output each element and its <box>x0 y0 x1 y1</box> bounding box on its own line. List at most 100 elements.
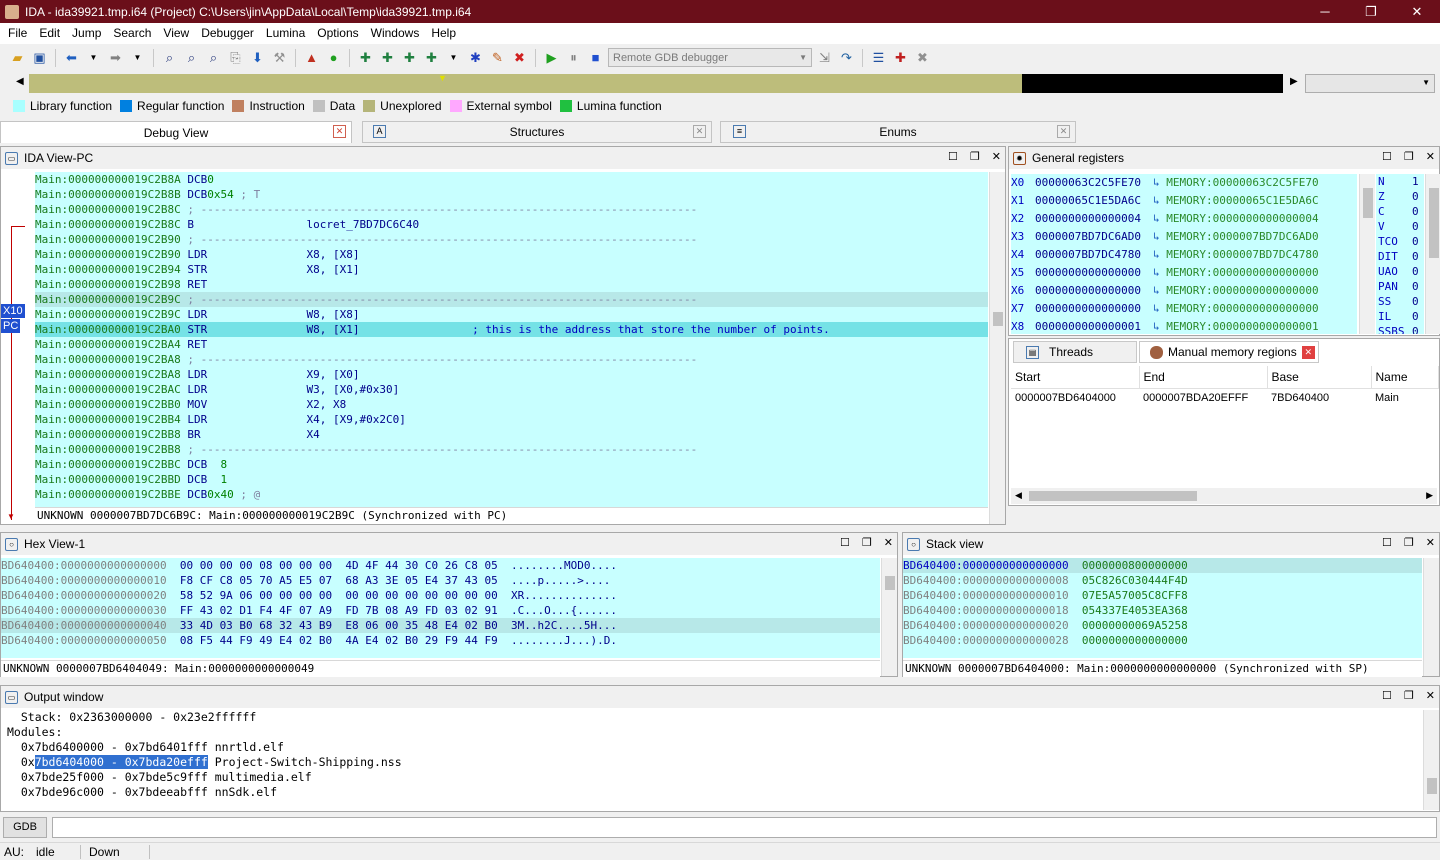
close-icon[interactable]: ✕ <box>1301 345 1315 359</box>
asm-line[interactable]: Main:000000000019C2BA8 LDR X9, [X0] <box>35 367 988 382</box>
selected-range[interactable]: 7bd6404000 - 0x7bda20efff <box>34 755 208 769</box>
flag-row[interactable]: IL 0 <box>1378 309 1424 324</box>
stack-row[interactable]: BD640400:0000000000000008 05C826C030444F… <box>903 573 1422 588</box>
vertical-scrollbar[interactable] <box>1425 174 1440 334</box>
register-row[interactable]: X4 0000007BD7DC4780 ↳ MEMORY:0000007BD7DC4… <box>1011 246 1357 264</box>
chevron-down-icon[interactable]: ▼ <box>128 48 147 67</box>
breakpoint-del-icon[interactable]: ✖ <box>913 48 932 67</box>
step-over-icon[interactable]: ↷ <box>837 48 856 67</box>
star-icon[interactable]: ✱ <box>466 48 485 67</box>
tab-enums[interactable]: ≡ Enums ✕ <box>720 121 1076 143</box>
register-row[interactable]: X2 0000000000000004 ↳ MEMORY:0000000000000… <box>1011 210 1357 228</box>
asm-line[interactable]: Main:000000000019C2BBE DCB0x40 ; @ <box>35 487 988 502</box>
nav-left-arrow-icon[interactable]: ◀ <box>16 76 24 87</box>
register-row[interactable]: X0 00000063C2C5FE70 ↳ MEMORY:00000063C2C5F… <box>1011 174 1357 192</box>
add-icon[interactable]: ✚ <box>422 48 441 67</box>
menu-edit[interactable]: Edit <box>33 23 66 44</box>
close-icon[interactable]: ✕ <box>1057 125 1070 138</box>
menu-options[interactable]: Options <box>311 23 364 44</box>
hex-row[interactable]: BD640400:0000000000000000 00 00 00 00 08… <box>1 558 880 573</box>
table-row[interactable]: 0000007BD6404000 0000007BDA20EFFF 7BD640… <box>1011 388 1439 408</box>
flag-row[interactable]: SS 0 <box>1378 294 1424 309</box>
open-icon[interactable]: ▰ <box>8 48 27 67</box>
register-row[interactable]: X5 0000000000000000 ↳ MEMORY:0000000000000… <box>1011 264 1357 282</box>
maximize-button[interactable]: ❐ <box>1348 0 1394 23</box>
scroll-thumb[interactable] <box>1363 188 1373 218</box>
asm-line[interactable]: Main:000000000019C2BA0 STR W8, [X1] ; th… <box>35 322 988 337</box>
edit-icon[interactable]: ✎ <box>488 48 507 67</box>
stack-row[interactable]: BD640400:0000000000000000 00000008000000… <box>903 558 1422 573</box>
back-icon[interactable]: ⬅ <box>62 48 81 67</box>
asm-line[interactable]: Main:000000000019C2B90 ; ---------------… <box>35 232 988 247</box>
asm-line[interactable]: Main:000000000019C2BA4 RET <box>35 337 988 352</box>
vertical-scrollbar[interactable] <box>1423 558 1439 676</box>
gdb-button[interactable]: GDB <box>3 817 47 838</box>
register-value[interactable]: 0000000000000000 <box>1035 300 1153 318</box>
flag-row[interactable]: V0 <box>1378 219 1424 234</box>
flag-row[interactable]: Z0 <box>1378 189 1424 204</box>
warning-icon[interactable]: ▲ <box>302 48 321 67</box>
flag-row[interactable]: DIT 0 <box>1378 249 1424 264</box>
chevron-down-icon[interactable]: ▼ <box>444 48 463 67</box>
flag-value[interactable]: 0 <box>1412 220 1419 233</box>
scroll-thumb[interactable] <box>1427 778 1437 794</box>
vertical-scrollbar[interactable] <box>1359 174 1375 334</box>
asm-line[interactable]: Main:000000000019C2BBD DCB 1 <box>35 472 988 487</box>
maximize-icon[interactable]: ☐ <box>1382 150 1392 163</box>
menu-help[interactable]: Help <box>425 23 462 44</box>
register-row[interactable]: X6 0000000000000000 ↳ MEMORY:0000000000000… <box>1011 282 1357 300</box>
stack-row[interactable]: BD640400:0000000000000020 00000000069A52… <box>903 618 1422 633</box>
flag-value[interactable]: 0 <box>1412 190 1419 203</box>
column-header[interactable]: Base <box>1267 366 1372 389</box>
asm-line[interactable]: Main:000000000019C2BB8 BR X4 <box>35 427 988 442</box>
register-row[interactable]: X1 00000065C1E5DA6C ↳ MEMORY:00000065C1E5D… <box>1011 192 1357 210</box>
float-icon[interactable]: ❐ <box>1404 536 1414 549</box>
asm-line[interactable]: Main:000000000019C2BB4 LDR X4, [X9,#0x2C… <box>35 412 988 427</box>
binary-search-icon[interactable]: ⌕ <box>160 48 179 67</box>
register-row[interactable]: X3 0000007BD7DC6AD0 ↳ MEMORY:0000007BD7DC6… <box>1011 228 1357 246</box>
menu-search[interactable]: Search <box>107 23 157 44</box>
flag-value[interactable]: 0 <box>1412 295 1419 308</box>
asm-line[interactable]: Main:000000000019C2B90 LDR X8, [X8] <box>35 247 988 262</box>
step-into-icon[interactable]: ⇲ <box>815 48 834 67</box>
menu-debugger[interactable]: Debugger <box>195 23 260 44</box>
close-icon[interactable]: ✕ <box>1426 150 1435 163</box>
menu-file[interactable]: File <box>2 23 33 44</box>
asm-line[interactable]: Main:000000000019C2B94 STR X8, [X1] <box>35 262 988 277</box>
maximize-icon[interactable]: ☐ <box>948 150 958 163</box>
flag-value[interactable]: 0 <box>1412 310 1419 323</box>
close-icon[interactable]: ✕ <box>333 125 346 138</box>
text-search-icon[interactable]: ⌕ <box>182 48 201 67</box>
tools-icon[interactable]: ⚒ <box>270 48 289 67</box>
stack-list[interactable]: BD640400:0000000000000000 00000008000000… <box>903 558 1422 658</box>
asm-line[interactable]: Main:000000000019C2B9C LDR W8, [X8] <box>35 307 988 322</box>
hex-row[interactable]: BD640400:0000000000000050 08 F5 44 F9 49… <box>1 633 880 648</box>
scroll-thumb[interactable] <box>1429 188 1439 258</box>
flag-value[interactable]: 0 <box>1412 265 1419 278</box>
register-value[interactable]: 0000000000000000 <box>1035 282 1153 300</box>
chevron-down-icon[interactable]: ▼ <box>84 48 103 67</box>
asm-line[interactable]: Main:000000000019C2B8A DCB0 <box>35 172 988 187</box>
nav-right-arrow-icon[interactable]: ▶ <box>1290 76 1298 87</box>
breakpoint-list-icon[interactable]: ☰ <box>869 48 888 67</box>
flag-row[interactable]: SSBS 0 <box>1378 324 1424 334</box>
close-icon[interactable]: ✕ <box>992 150 1001 163</box>
stop-icon[interactable]: ■ <box>586 48 605 67</box>
hex-row[interactable]: BD640400:0000000000000030 FF 43 02 D1 F4… <box>1 603 880 618</box>
maximize-icon[interactable]: ☐ <box>840 536 850 549</box>
flag-row[interactable]: UAO 0 <box>1378 264 1424 279</box>
asm-line[interactable]: Main:000000000019C2BB8 ; ---------------… <box>35 442 988 457</box>
asm-line[interactable]: Main:000000000019C2B8B DCB0x54 ; T <box>35 187 988 202</box>
flag-row[interactable]: PAN 0 <box>1378 279 1424 294</box>
sequence-search-icon[interactable]: ⎘ <box>226 48 245 67</box>
tab-manual-memory-regions[interactable]: Manual memory regions ✕ <box>1139 341 1319 363</box>
asm-line[interactable]: Main:000000000019C2B9C ; ---------------… <box>35 292 988 307</box>
hex-row[interactable]: BD640400:0000000000000020 58 52 9A 06 00… <box>1 588 880 603</box>
scroll-thumb[interactable] <box>993 312 1003 326</box>
command-input[interactable] <box>52 817 1437 838</box>
hex-row[interactable]: BD640400:0000000000000040 33 4D 03 B0 68… <box>1 618 880 633</box>
minimize-button[interactable]: ─ <box>1302 0 1348 23</box>
register-row[interactable]: X7 0000000000000000 ↳ MEMORY:0000000000000… <box>1011 300 1357 318</box>
tab-structures[interactable]: A Structures ✕ <box>362 121 712 143</box>
register-row[interactable]: X8 0000000000000001 ↳ MEMORY:0000000000000… <box>1011 318 1357 334</box>
